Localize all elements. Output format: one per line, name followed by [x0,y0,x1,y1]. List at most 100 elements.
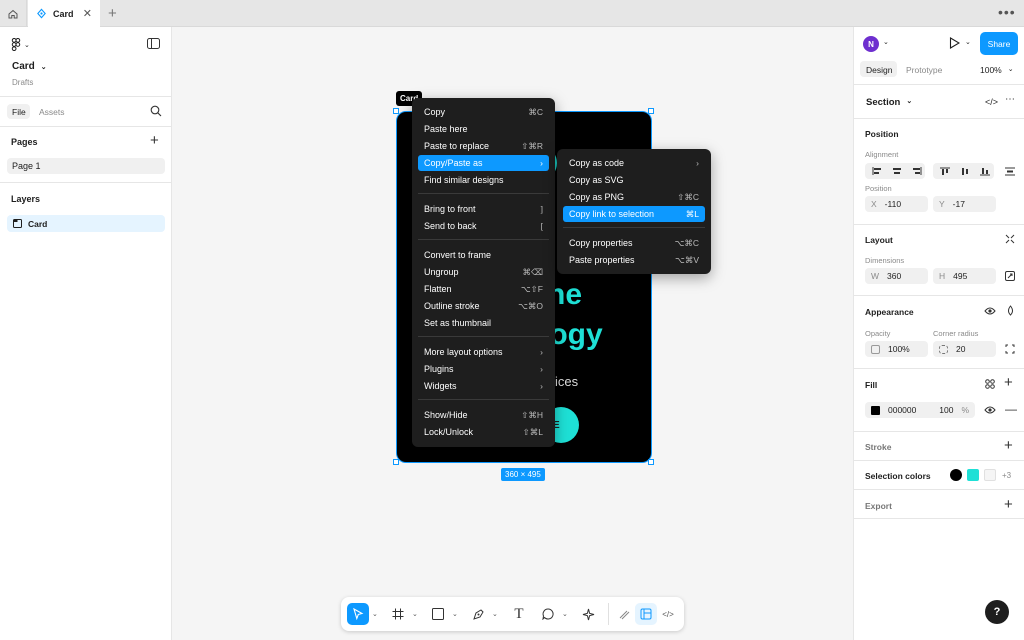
context-menu-item[interactable]: Copy ⌘C [418,104,549,120]
section-type-dropdown[interactable]: Section ⌄ [866,97,912,108]
chevron-down-icon[interactable]: ⌄ [452,610,458,618]
submenu-item[interactable]: Copy properties ⌥⌘C [563,235,705,251]
dev-mode-button[interactable]: </> [657,603,679,625]
height-field[interactable]: H 495 [933,268,996,284]
submenu-item[interactable]: Copy link to selection ⌘L [563,206,705,222]
home-button[interactable] [0,0,27,27]
page-item[interactable]: Page 1 [12,161,41,171]
align-top-icon[interactable] [938,165,952,177]
submenu-item-label: Copy link to selection [569,209,655,219]
design-mode-button[interactable] [635,603,657,625]
context-menu-item[interactable]: Copy/Paste as › [418,155,549,171]
move-tool-button[interactable] [347,603,369,625]
chevron-down-icon[interactable]: ⌄ [883,38,889,46]
context-menu-item[interactable]: Plugins › [418,361,549,377]
present-button[interactable] [949,37,961,51]
chevron-down-icon[interactable]: ⌄ [412,610,418,618]
chevron-down-icon[interactable]: ⌄ [562,610,568,618]
resize-handle[interactable] [393,108,399,114]
constrain-proportions-icon[interactable] [1005,271,1015,283]
submenu-item[interactable]: Copy as PNG ⇧⌘C [563,189,705,205]
context-menu-item[interactable]: Ungroup ⌘⌫ [418,264,549,280]
remove-fill-button[interactable]: — [1005,402,1017,416]
close-tab-icon[interactable]: ✕ [83,7,92,20]
main-menu-button[interactable]: ⌄ [11,38,30,51]
context-menu-item[interactable]: Bring to front] [418,201,549,217]
share-button[interactable]: Share [980,32,1018,55]
selection-color-swatch[interactable] [967,469,979,481]
more-colors-count[interactable]: +3 [1002,471,1011,480]
tab-assets[interactable]: Assets [39,107,65,117]
submenu-item[interactable]: Copy as code › [563,155,705,171]
distribute-icon[interactable] [1003,165,1017,177]
context-menu-item[interactable]: Paste to replace ⇧⌘R [418,138,549,154]
add-fill-button[interactable]: + [1004,374,1013,391]
selection-color-swatch[interactable] [950,469,962,481]
shape-tool-button[interactable] [427,603,449,625]
context-menu-item-shortcut: ⌘⌫ [522,266,543,277]
resize-handle[interactable] [648,459,654,465]
align-center-h-icon[interactable] [890,165,904,177]
submenu-item[interactable]: Paste properties ⌥⌘V [563,252,705,268]
avatar[interactable]: N [863,36,879,52]
context-menu-item[interactable]: Flatten ⌥⇧F [418,281,549,297]
tab-design[interactable]: Design [866,65,892,75]
add-export-button[interactable]: + [1004,496,1013,513]
opacity-field[interactable]: 100% [865,341,928,357]
align-bottom-icon[interactable] [978,165,992,177]
independent-corners-icon[interactable] [1005,344,1015,356]
add-page-button[interactable]: + [150,132,159,149]
chevron-down-icon[interactable]: ⌄ [965,38,971,46]
tab-card[interactable]: Card ✕ [28,0,100,27]
toggle-sidebar-button[interactable] [147,38,160,51]
context-menu-item[interactable]: Set as thumbnail [418,315,549,331]
comment-tool-button[interactable] [537,603,559,625]
tab-prototype[interactable]: Prototype [906,65,942,75]
selection-color-swatch[interactable] [984,469,996,481]
x-field[interactable]: X -110 [865,196,928,212]
context-menu-item[interactable]: Show/Hide ⇧⌘H [418,407,549,423]
frame-tool-button[interactable] [387,603,409,625]
context-menu-item[interactable]: Find similar designs [418,172,549,188]
context-menu-item[interactable]: Lock/Unlock ⇧⌘L [418,424,549,440]
blend-mode-icon[interactable] [1006,305,1015,318]
align-right-icon[interactable] [910,165,924,177]
chevron-down-icon[interactable]: ⌄ [372,610,378,618]
fill-field[interactable]: 000000 100 % [865,402,975,418]
text-tool-button[interactable]: T [508,603,530,625]
context-menu-item[interactable]: Widgets › [418,378,549,394]
zoom-control[interactable]: 100% ⌄ [980,65,1014,75]
search-button[interactable] [150,105,162,119]
help-button[interactable]: ? [985,600,1009,624]
corner-radius-field[interactable]: 20 [933,341,996,357]
align-left-icon[interactable] [870,165,884,177]
tab-file[interactable]: File [12,107,26,117]
draw-mode-button[interactable] [613,603,635,625]
more-options-icon[interactable]: ••• [998,4,1016,20]
context-menu-item[interactable]: Convert to frame [418,247,549,263]
context-menu-item[interactable]: Outline stroke ⌥⌘O [418,298,549,314]
actions-button[interactable] [577,603,599,625]
align-middle-icon[interactable] [958,165,972,177]
y-field[interactable]: Y -17 [933,196,996,212]
code-icon[interactable]: </> [985,97,998,107]
resize-handle[interactable] [393,459,399,465]
eye-icon[interactable] [984,306,996,318]
width-field[interactable]: W 360 [865,268,928,284]
more-icon[interactable]: ⋯ [1005,94,1015,105]
context-menu-item[interactable]: Paste here [418,121,549,137]
new-tab-button[interactable]: + [108,5,117,22]
resize-handle[interactable] [648,108,654,114]
collapse-icon[interactable] [1005,234,1015,246]
add-stroke-button[interactable]: + [1004,437,1013,454]
tab-bar: Card ✕ + ••• [0,0,1024,27]
styles-icon[interactable] [985,379,995,391]
pen-tool-button[interactable] [467,603,489,625]
chevron-down-icon[interactable]: ⌄ [492,610,498,618]
submenu-item[interactable]: Copy as SVG [563,172,705,188]
context-menu-item[interactable]: More layout options › [418,344,549,360]
eye-icon[interactable] [984,405,996,417]
file-location[interactable]: Drafts [12,78,33,87]
file-name-button[interactable]: Card ⌄ [12,61,47,72]
context-menu-item[interactable]: Send to back [ [418,218,549,234]
